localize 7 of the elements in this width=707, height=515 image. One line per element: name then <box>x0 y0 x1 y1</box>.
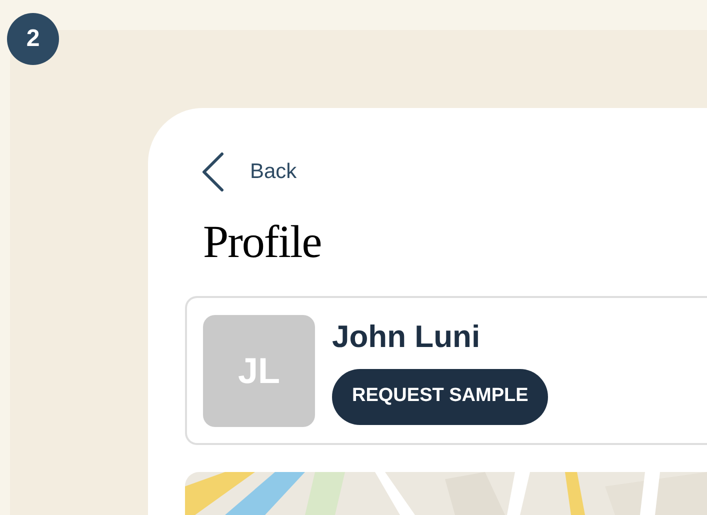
request-sample-button[interactable]: REQUEST SAMPLE <box>332 368 548 424</box>
back-button[interactable]: Back <box>185 152 707 192</box>
profile-name: John Luni <box>332 318 482 356</box>
step-badge: 2 <box>7 13 59 65</box>
page-title: Profile <box>202 215 322 269</box>
back-label: Back <box>250 159 297 186</box>
back-chevron-icon <box>200 152 226 192</box>
